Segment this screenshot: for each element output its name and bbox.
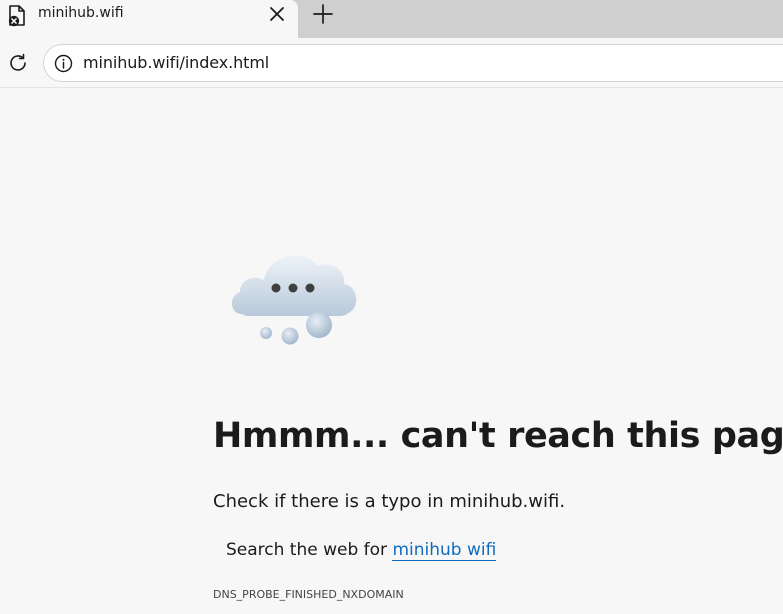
error-headline: Hmmm... can't reach this page xyxy=(213,416,783,456)
typo-hint: Check if there is a typo in minihub.wifi… xyxy=(213,490,565,514)
cloud-icon xyxy=(226,244,360,350)
tab-strip: minihub.wifi xyxy=(0,0,783,38)
reload-icon[interactable] xyxy=(7,52,29,74)
search-web-link[interactable]: minihub wifi xyxy=(392,540,497,561)
typo-hint-suffix: . xyxy=(559,491,566,512)
browser-toolbar: minihub.wifi/index.html xyxy=(0,38,783,88)
search-suggestion: Search the web for minihub wifi xyxy=(226,538,497,562)
error-code: DNS_PROBE_FINISHED_NXDOMAIN xyxy=(213,588,404,601)
close-icon[interactable] xyxy=(268,5,286,23)
address-bar[interactable]: minihub.wifi/index.html xyxy=(43,44,783,82)
typo-hint-host: minihub.wifi xyxy=(449,491,560,512)
search-suggestion-prefix: Search the web for xyxy=(226,540,393,560)
info-icon[interactable] xyxy=(54,54,73,73)
tab-title: minihub.wifi xyxy=(38,5,124,21)
tab-active[interactable]: minihub.wifi xyxy=(0,0,298,38)
address-text[interactable]: minihub.wifi/index.html xyxy=(83,54,269,72)
plus-icon[interactable] xyxy=(311,2,335,26)
typo-hint-prefix: Check if there is a typo in xyxy=(213,491,450,512)
error-page-icon xyxy=(6,4,28,28)
